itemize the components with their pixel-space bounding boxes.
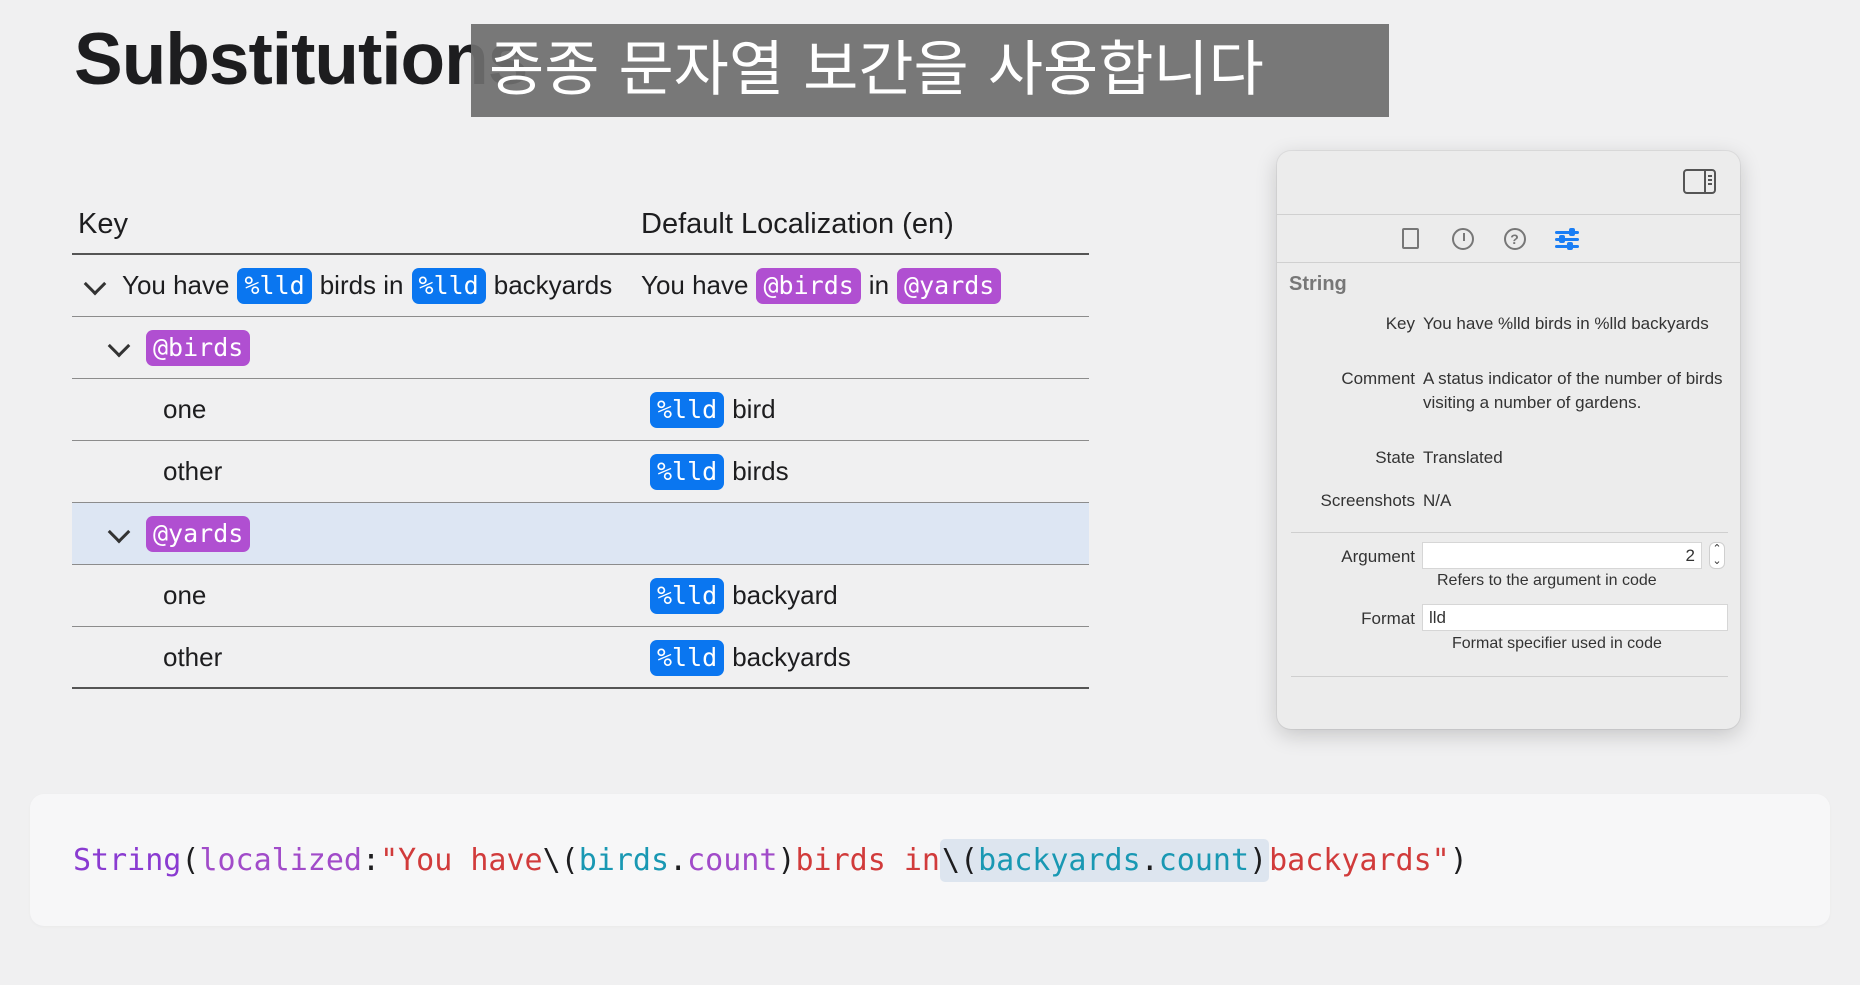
format-token: %lld — [650, 577, 725, 614]
plural-value[interactable]: %lld bird — [650, 379, 776, 440]
attributes-inspector-tab[interactable] — [1554, 227, 1579, 251]
format-token: %lld — [650, 639, 725, 676]
code-string: "You have — [380, 842, 543, 878]
code-punct: . — [1140, 842, 1159, 878]
key-value: You have %lld birds in %lld backyards — [1423, 314, 1709, 333]
format-hint: Format specifier used in code — [1452, 635, 1662, 652]
column-header-key[interactable]: Key — [78, 208, 128, 241]
plural-value[interactable]: %lld backyard — [650, 565, 838, 626]
code-snippet: String(localized: "You have \(birds. coun… — [30, 794, 1830, 926]
table-row[interactable]: other %lld birds — [72, 441, 1089, 503]
slide-title: Substitutions — [74, 19, 528, 100]
format-token: %lld — [650, 453, 725, 490]
code-variable: backyards — [978, 842, 1141, 878]
format-token: %lld — [650, 391, 725, 428]
key-text: birds in — [319, 270, 404, 300]
substitution-token: @yards — [897, 267, 1002, 304]
code-punct: ) — [1249, 842, 1268, 878]
argument-hint: Refers to the argument in code — [1437, 572, 1657, 589]
section-title: String — [1289, 273, 1347, 295]
code-property: count — [687, 842, 778, 878]
history-icon — [1451, 227, 1474, 250]
code-string: birds in — [795, 842, 941, 878]
argument-label: Argument — [1341, 547, 1415, 566]
stepper-up-icon[interactable]: ⌃ — [1710, 543, 1724, 555]
help-icon: ? — [1503, 227, 1526, 250]
group-cell: @birds — [106, 317, 258, 378]
stepper-down-icon[interactable]: ⌄ — [1710, 555, 1724, 567]
format-field[interactable]: lld — [1422, 604, 1728, 631]
code-punct: ) — [777, 842, 796, 878]
plural-value[interactable]: %lld backyards — [650, 627, 851, 688]
group-cell: @yards — [106, 503, 258, 564]
key-text: backyards — [493, 270, 613, 300]
code-punct: ( — [181, 842, 200, 878]
value-text: in — [868, 270, 890, 300]
code-param: localized — [199, 842, 362, 878]
substitution-token: @birds — [146, 329, 251, 366]
format-token: %lld — [411, 267, 486, 304]
inspector-toolbar — [1277, 151, 1740, 215]
table-header: Key Default Localization (en) — [72, 196, 1089, 255]
value-text: backyards — [732, 642, 851, 672]
chevron-down-icon[interactable] — [106, 335, 132, 361]
code-punct: \( — [542, 842, 579, 878]
inspector-tabs: ? — [1277, 215, 1740, 263]
file-icon — [1402, 228, 1419, 249]
value-text: bird — [732, 394, 776, 424]
key-cell: You have %lld birds in %lld backyards — [82, 255, 612, 316]
comment-label: Comment — [1341, 369, 1415, 388]
value-text: backyard — [732, 580, 838, 610]
table-row[interactable]: one %lld backyard — [72, 565, 1089, 627]
sidebar-toggle-icon[interactable] — [1683, 169, 1716, 194]
file-inspector-tab[interactable] — [1399, 227, 1423, 251]
column-header-localization[interactable]: Default Localization (en) — [641, 208, 954, 241]
screenshots-label: Screenshots — [1320, 491, 1416, 510]
attributes-icon — [1554, 227, 1579, 250]
state-label: State — [1375, 448, 1415, 467]
table-row-group-yards[interactable]: @yards — [72, 503, 1089, 565]
format-token: %lld — [237, 267, 312, 304]
value-text: birds — [732, 456, 789, 486]
inspector-panel: ? String Key You have %lld birds in %lld… — [1277, 151, 1740, 729]
subtitle-caption: 종종 문자열 보간을 사용합니다 — [471, 24, 1389, 117]
plural-key: other — [163, 642, 223, 672]
localization-cell[interactable]: You have @birds in @yards — [641, 255, 1009, 316]
history-inspector-tab[interactable] — [1451, 227, 1475, 251]
table-row-main[interactable]: You have %lld birds in %lld backyards Yo… — [72, 255, 1089, 317]
code-highlight: \(backyards.count) — [940, 838, 1270, 882]
chevron-down-icon[interactable] — [82, 273, 108, 299]
key-label: Key — [1385, 314, 1415, 333]
divider — [1291, 532, 1728, 533]
code-type: String — [73, 842, 182, 878]
screenshots-value: N/A — [1423, 491, 1452, 510]
divider — [1291, 676, 1728, 677]
plural-value[interactable]: %lld birds — [650, 441, 789, 502]
format-label: Format — [1361, 609, 1415, 628]
substitution-token: @birds — [756, 267, 861, 304]
plural-key: one — [163, 394, 207, 424]
argument-stepper[interactable]: ⌃ ⌄ — [1709, 542, 1725, 569]
code-punct: : — [362, 842, 381, 878]
state-value: Translated — [1423, 448, 1503, 467]
code-property: count — [1158, 842, 1250, 878]
value-text: You have — [641, 270, 749, 300]
code-string: backyards" — [1269, 842, 1450, 878]
code-punct: ) — [1449, 842, 1468, 878]
plural-key: other — [163, 456, 223, 486]
argument-field[interactable]: 2 — [1422, 542, 1702, 569]
string-catalog-table: Key Default Localization (en) You have %… — [72, 196, 1089, 689]
code-punct: \( — [942, 842, 979, 878]
help-inspector-tab[interactable]: ? — [1503, 227, 1527, 251]
key-text: You have — [122, 270, 230, 300]
comment-value[interactable]: A status indicator of the number of bird… — [1423, 367, 1723, 415]
chevron-down-icon[interactable] — [106, 521, 132, 547]
substitution-token: @yards — [146, 515, 251, 552]
table-row-group-birds[interactable]: @birds — [72, 317, 1089, 379]
code-variable: birds — [578, 842, 670, 878]
table-row[interactable]: other %lld backyards — [72, 627, 1089, 689]
code-punct: . — [669, 842, 688, 878]
plural-key: one — [163, 580, 207, 610]
table-row[interactable]: one %lld bird — [72, 379, 1089, 441]
